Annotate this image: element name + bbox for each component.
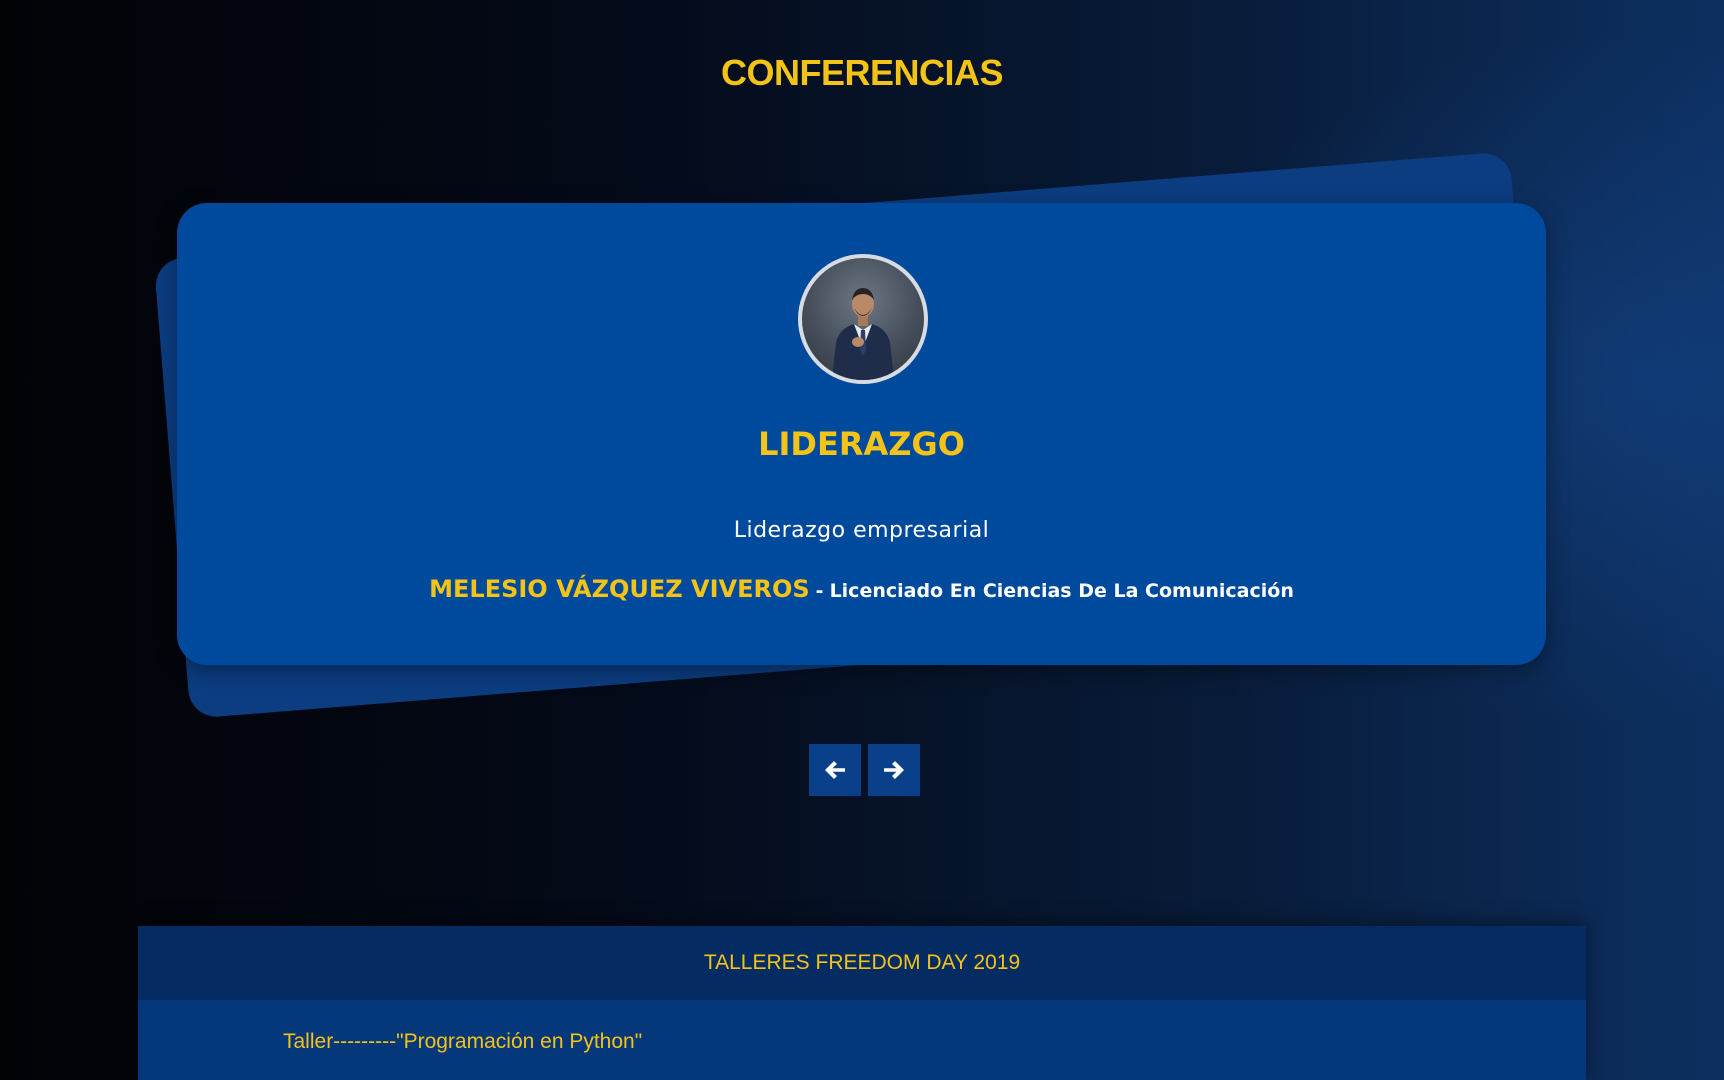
section-title: CONFERENCIAS — [720, 52, 1004, 93]
carousel-next-button[interactable] — [868, 744, 920, 796]
speaker-line: MELESIO VÁZQUEZ VIVEROS - Licenciado En Ci… — [177, 575, 1546, 603]
speaker-role: Licenciado En Ciencias De La Comunicació… — [829, 580, 1294, 602]
arrow-left-icon — [825, 761, 845, 779]
talleres-panel: TALLERES FREEDOM DAY 2019 Taller--------… — [138, 926, 1586, 1080]
talleres-header[interactable]: TALLERES FREEDOM DAY 2019 — [138, 926, 1586, 1000]
conference-description: Liderazgo empresarial — [733, 518, 990, 543]
speaker-separator: - — [815, 580, 824, 602]
speaker-photo-icon — [832, 288, 894, 380]
taller-item[interactable]: Taller---------"Programación en Python" — [283, 1030, 642, 1054]
arrow-right-icon — [884, 761, 904, 779]
carousel-prev-button[interactable] — [809, 744, 861, 796]
speaker-name: MELESIO VÁZQUEZ VIVEROS — [429, 575, 810, 603]
speaker-avatar — [798, 254, 928, 384]
conference-card: LIDERAZGO Liderazgo empresarial MELESIO … — [177, 203, 1546, 665]
conference-title: LIDERAZGO — [758, 425, 965, 463]
